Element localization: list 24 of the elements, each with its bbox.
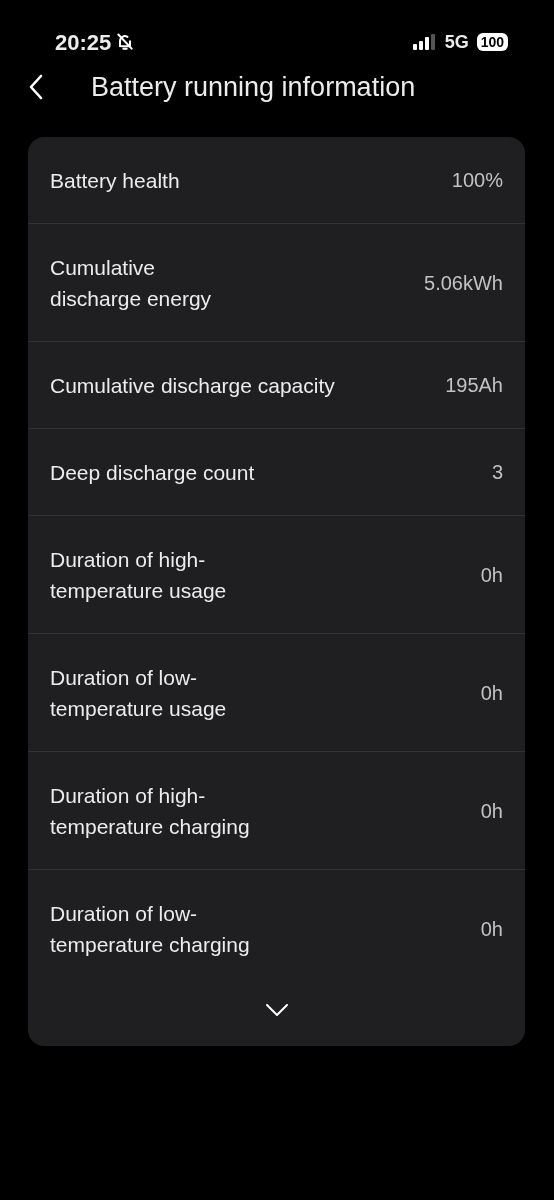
row-label: Cumulative discharge capacity xyxy=(50,372,335,399)
muted-bell-icon xyxy=(115,32,136,52)
back-icon xyxy=(29,74,43,100)
row-value: 0h xyxy=(480,798,503,824)
row-value: 0h xyxy=(480,680,503,706)
row-value: 0h xyxy=(480,562,503,588)
row-value: 0h xyxy=(480,917,503,942)
row-label: Battery health xyxy=(50,167,180,194)
row-label: Duration of high- temperature usage xyxy=(50,546,227,604)
row-value: 5.06kWh xyxy=(424,270,503,296)
battery-indicator: 100 xyxy=(476,33,508,51)
row-label: Duration of low- temperature charging xyxy=(50,901,250,958)
page-title: Battery running information xyxy=(91,70,416,104)
row-label: Duration of high- temperature charging xyxy=(50,782,250,840)
signal-icon xyxy=(412,34,437,50)
chevron-down-icon[interactable] xyxy=(265,1004,288,1016)
row-value: 100% xyxy=(451,168,503,193)
row-label: Deep discharge count xyxy=(50,459,255,486)
row-label: Cumulative discharge energy xyxy=(50,254,212,312)
row-value: 3 xyxy=(491,460,503,485)
row-label: Duration of low- temperature usage xyxy=(50,664,227,722)
status-time: 20:25 xyxy=(55,28,112,57)
row-value: 195Ah xyxy=(445,373,503,398)
network-label: 5G xyxy=(444,30,469,54)
